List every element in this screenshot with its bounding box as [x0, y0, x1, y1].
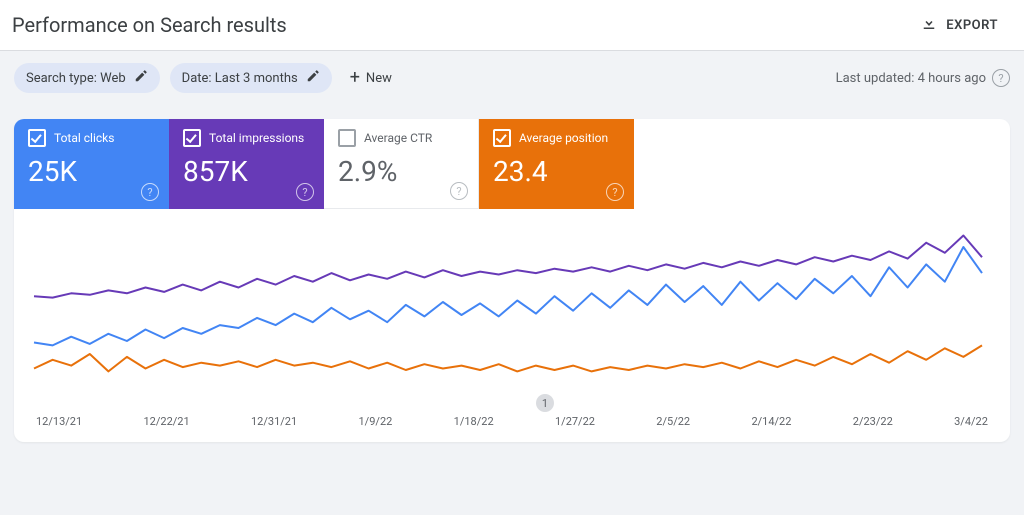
x-tick: 1/18/22	[454, 415, 494, 428]
plus-icon: +	[350, 71, 360, 85]
metric-tiles: Total clicks 25K ? Total impressions 857…	[14, 119, 1010, 209]
add-filter-label: New	[366, 71, 392, 86]
x-axis-labels: 12/13/21 12/22/21 12/31/21 1/9/22 1/18/22 1/2…	[28, 415, 996, 434]
tile-total-clicks[interactable]: Total clicks 25K ?	[14, 119, 169, 209]
help-icon[interactable]: ?	[992, 69, 1010, 87]
export-button[interactable]: EXPORT	[914, 10, 1004, 40]
tile-label: Average position	[519, 131, 608, 145]
tile-value: 23.4	[493, 155, 620, 188]
x-tick: 1/27/22	[555, 415, 595, 428]
tile-average-ctr[interactable]: Average CTR 2.9% ?	[324, 119, 479, 209]
x-tick: 3/4/22	[954, 415, 988, 428]
chart-area: 1 12/13/2112/22/2112/31/211/9/221/18/221…	[14, 209, 1010, 442]
page-title: Performance on Search results	[12, 13, 287, 37]
last-updated: Last updated: 4 hours ago ?	[836, 69, 1010, 87]
tile-label: Total impressions	[209, 131, 304, 145]
checkbox-checked-icon	[28, 129, 46, 147]
checkbox-unchecked-icon	[338, 129, 356, 147]
checkbox-checked-icon	[183, 129, 201, 147]
x-tick: 2/14/22	[751, 415, 791, 428]
date-range-chip[interactable]: Date: Last 3 months	[170, 63, 332, 93]
tile-value: 2.9%	[338, 155, 464, 188]
performance-card: Total clicks 25K ? Total impressions 857…	[14, 119, 1010, 442]
tile-label: Average CTR	[364, 131, 432, 145]
date-range-label: Date: Last 3 months	[182, 71, 298, 86]
help-icon[interactable]: ?	[296, 183, 314, 201]
tile-value: 857K	[183, 155, 310, 188]
help-icon[interactable]: ?	[450, 182, 468, 200]
line-chart	[28, 215, 988, 415]
x-tick: 2/23/22	[853, 415, 893, 428]
search-type-chip[interactable]: Search type: Web	[14, 63, 160, 93]
tile-total-impressions[interactable]: Total impressions 857K ?	[169, 119, 324, 209]
help-icon[interactable]: ?	[141, 183, 159, 201]
pencil-icon	[306, 69, 320, 87]
last-updated-text: Last updated: 4 hours ago	[836, 71, 986, 86]
tile-label: Total clicks	[54, 131, 114, 145]
annotation-marker[interactable]: 1	[536, 394, 554, 412]
x-tick: 12/22/21	[144, 415, 190, 428]
x-tick: 2/5/22	[656, 415, 690, 428]
x-tick: 12/13/21	[36, 415, 82, 428]
download-icon	[920, 14, 938, 36]
search-type-label: Search type: Web	[26, 71, 126, 86]
checkbox-checked-icon	[493, 129, 511, 147]
x-tick: 1/9/22	[359, 415, 393, 428]
series-total-clicks	[34, 247, 982, 345]
export-label: EXPORT	[946, 18, 998, 33]
pencil-icon	[134, 69, 148, 87]
x-tick: 12/31/21	[251, 415, 297, 428]
series-average-position	[34, 345, 982, 371]
tile-average-position[interactable]: Average position 23.4 ?	[479, 119, 634, 209]
add-filter-button[interactable]: + New	[342, 65, 400, 92]
help-icon[interactable]: ?	[606, 183, 624, 201]
tile-value: 25K	[28, 155, 155, 188]
